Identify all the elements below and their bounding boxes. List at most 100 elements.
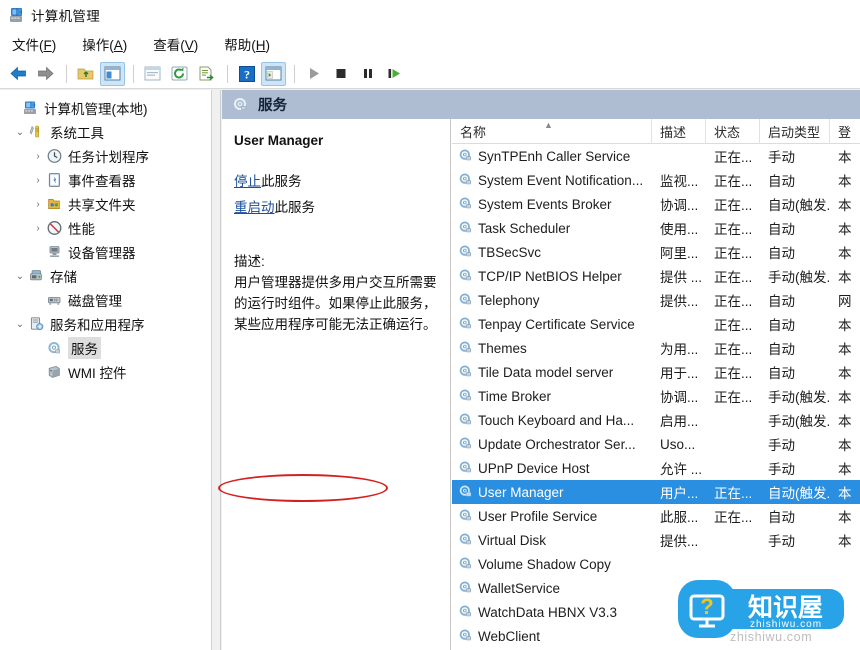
tree-item-device-manager[interactable]: 设备管理器	[0, 240, 211, 264]
pause-service-button[interactable]	[355, 62, 380, 86]
column-name[interactable]: 名称 ▲	[452, 119, 652, 144]
restart-service-button[interactable]	[382, 62, 407, 86]
export-list-icon	[199, 66, 214, 81]
description-label: 描述:	[234, 254, 265, 269]
twisty-collapsed-icon[interactable]: ›	[30, 220, 46, 236]
twisty-collapsed-icon[interactable]: ›	[30, 148, 46, 164]
show-tree-icon	[104, 66, 121, 81]
services-list[interactable]: 名称 ▲ 描述 状态 启动类型 登 SynTPEnh Caller Servic…	[452, 119, 860, 650]
export-list-button[interactable]	[194, 62, 219, 86]
service-name-label: Tile Data model server	[478, 364, 614, 380]
twisty-expanded-icon[interactable]: ⌄	[12, 124, 28, 140]
tree-item-system-tools[interactable]: ⌄ 系统工具	[0, 120, 211, 144]
menu-view[interactable]: 查看(V)	[151, 32, 200, 56]
gear-icon	[458, 196, 474, 212]
cell-startup-type: 自动	[768, 246, 795, 261]
cell-startup-type: 自动	[768, 222, 795, 237]
table-row[interactable]: Virtual Disk 提供... 手动 本	[452, 528, 860, 552]
gear-icon	[458, 268, 474, 284]
service-name-label: WalletService	[478, 580, 561, 596]
tree-item-services[interactable]: 服务	[0, 336, 211, 360]
table-row[interactable]: System Event Notification... 监视... 正在... 自动…	[452, 168, 860, 192]
stop-service-button[interactable]	[328, 62, 353, 86]
twisty-collapsed-icon[interactable]: ›	[30, 196, 46, 212]
twisty-collapsed-icon[interactable]: ›	[30, 172, 46, 188]
gear-icon	[458, 532, 474, 548]
menu-action[interactable]: 操作(A)	[80, 32, 129, 56]
gear-icon	[458, 364, 474, 380]
tree-item-event-viewer[interactable]: › 事件查看器	[0, 168, 211, 192]
show-action-pane-button[interactable]	[261, 61, 286, 86]
help-button[interactable]: ?	[234, 62, 259, 86]
tree-item-services-and-applications[interactable]: ⌄ 服务和应用程序	[0, 312, 211, 336]
gear-icon	[458, 172, 474, 188]
table-row[interactable]: Telephony 提供... 正在... 自动 网	[452, 288, 860, 312]
tree-item-shared-folders[interactable]: › 共享文件夹	[0, 192, 211, 216]
gear-icon	[458, 436, 474, 452]
cell-startup-type: 自动	[768, 366, 795, 381]
splitter[interactable]	[212, 90, 221, 650]
table-row[interactable]: Volume Shadow Copy	[452, 552, 860, 576]
table-row[interactable]: System Events Broker 协调... 正在... 自动(触发... 本	[452, 192, 860, 216]
column-startup-type[interactable]: 启动类型	[760, 119, 830, 144]
tree-item-storage[interactable]: ⌄ 存储	[0, 264, 211, 288]
svg-text:?: ?	[244, 67, 250, 81]
table-row[interactable]: WalletService	[452, 576, 860, 600]
column-startup-type-label: 启动类型	[768, 124, 821, 140]
selected-service-name: User Manager	[234, 133, 324, 148]
restart-service-suffix: 此服务	[274, 200, 316, 215]
services-header-title: 服务	[258, 98, 287, 114]
up-one-level-button[interactable]	[73, 62, 98, 86]
table-row[interactable]: Update Orchestrator Ser... Uso... 手动 本	[452, 432, 860, 456]
menu-action-mnemonic: A	[113, 38, 123, 53]
table-row[interactable]: User Manager 用户... 正在... 自动(触发... 本	[452, 480, 860, 504]
start-service-button[interactable]	[301, 62, 326, 86]
cell-status: 正在...	[714, 222, 753, 237]
service-name-label: Touch Keyboard and Ha...	[478, 412, 635, 428]
table-row[interactable]: WebClient	[452, 624, 860, 648]
twisty-expanded-icon[interactable]: ⌄	[12, 268, 28, 284]
computer-icon	[22, 100, 40, 116]
table-row[interactable]: Time Broker 协调... 正在... 手动(触发... 本	[452, 384, 860, 408]
back-button[interactable]	[6, 62, 31, 86]
menu-help[interactable]: 帮助(H)	[222, 32, 272, 56]
cell-description: 使用...	[660, 222, 699, 237]
table-row[interactable]: SynTPEnh Caller Service 正在... 手动 本	[452, 144, 860, 168]
services-pane: 服务 User Manager 停止此服务 重启动此服务 描述: 用户管理器提供…	[218, 90, 860, 650]
twisty-expanded-icon[interactable]: ⌄	[12, 316, 28, 332]
tree-item-task-scheduler[interactable]: › 任务计划程序	[0, 144, 211, 168]
gear-icon	[458, 148, 474, 164]
table-row[interactable]: UPnP Device Host 允许 ... 手动 本	[452, 456, 860, 480]
table-row[interactable]: TBSecSvc 阿里... 正在... 自动 本	[452, 240, 860, 264]
service-name-label: Time Broker	[478, 388, 552, 404]
table-row[interactable]: Touch Keyboard and Ha... 启用... 手动(触发... 本	[452, 408, 860, 432]
menu-file[interactable]: 文件(F)	[10, 32, 58, 56]
table-row[interactable]: TCP/IP NetBIOS Helper 提供 ... 正在... 手动(触发...…	[452, 264, 860, 288]
service-name-label: Update Orchestrator Ser...	[478, 436, 636, 452]
properties-button[interactable]	[140, 62, 165, 86]
cell-status: 正在...	[714, 270, 753, 285]
table-row[interactable]: Task Scheduler 使用... 正在... 自动 本	[452, 216, 860, 240]
table-row[interactable]: Themes 为用... 正在... 自动 本	[452, 336, 860, 360]
table-row[interactable]: User Profile Service 此服... 正在... 自动 本	[452, 504, 860, 528]
refresh-button[interactable]	[167, 62, 192, 86]
stop-icon	[336, 69, 345, 78]
table-row[interactable]: Tenpay Certificate Service 正在... 自动 本	[452, 312, 860, 336]
tree-item-computer-management-local[interactable]: 计算机管理(本地)	[0, 96, 211, 120]
console-tree[interactable]: 计算机管理(本地) ⌄ 系统工具 › 任务计划程序 › 事件查看器 › 共享文件…	[0, 90, 212, 650]
table-row[interactable]: Tile Data model server 用于... 正在... 自动 本	[452, 360, 860, 384]
cell-logon-as: 网	[838, 294, 852, 309]
tree-item-wmi-control[interactable]: WMI 控件	[0, 360, 211, 384]
gear-icon	[458, 388, 474, 404]
column-logon-as[interactable]: 登	[830, 119, 860, 144]
restart-service-link[interactable]: 重启动	[234, 200, 275, 215]
stop-service-link[interactable]: 停止	[234, 174, 261, 189]
tree-item-disk-management[interactable]: 磁盘管理	[0, 288, 211, 312]
cell-status: 正在...	[714, 486, 753, 501]
column-description[interactable]: 描述	[652, 119, 706, 144]
tree-item-performance[interactable]: › 性能	[0, 216, 211, 240]
forward-button[interactable]	[33, 62, 58, 86]
column-status[interactable]: 状态	[706, 119, 760, 144]
table-row[interactable]: WatchData HBNX V3.3	[452, 600, 860, 624]
show-hide-tree-button[interactable]	[100, 61, 125, 86]
